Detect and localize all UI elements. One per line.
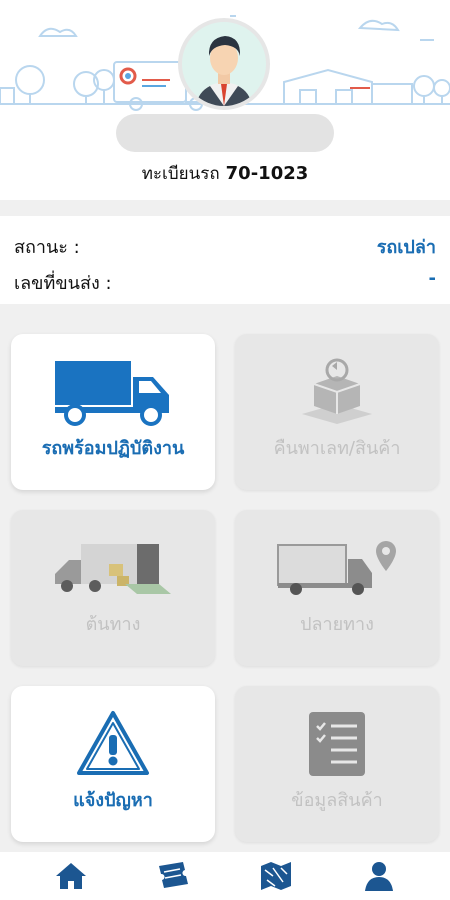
shipment-value: - xyxy=(428,268,436,289)
menu-destination[interactable]: ปลายทาง xyxy=(235,510,439,666)
warning-icon xyxy=(77,711,149,775)
map-icon xyxy=(261,862,292,890)
shipment-row: เลขที่ขนส่ง : - xyxy=(14,268,436,297)
menu-report-problem-label: แจ้งปัญหา xyxy=(73,790,153,811)
menu-return-pallet-label: คืนพาเลท/สินค้า xyxy=(273,438,401,459)
status-label: สถานะ : xyxy=(14,237,80,258)
menu-report-problem[interactable]: แจ้งปัญหา xyxy=(11,686,215,842)
avatar[interactable] xyxy=(178,18,270,110)
menu-origin[interactable]: ต้นทาง xyxy=(11,510,215,666)
vehicle-plate: ทะเบียนรถ 70-1023 xyxy=(0,160,450,187)
tab-map[interactable] xyxy=(246,856,306,896)
home-icon xyxy=(56,863,87,889)
menu-destination-label: ปลายทาง xyxy=(300,614,374,635)
avatar-person-icon xyxy=(196,36,252,106)
tab-profile[interactable] xyxy=(349,856,409,896)
menu-product-info[interactable]: ข้อมูลสินค้า xyxy=(235,686,439,842)
tab-tickets[interactable] xyxy=(144,856,204,896)
menu-ready-to-work-label: รถพร้อมปฏิบัติงาน xyxy=(41,438,185,459)
menu-ready-to-work[interactable]: รถพร้อมปฏิบัติงาน xyxy=(11,334,215,490)
menu-return-pallet[interactable]: คืนพาเลท/สินค้า xyxy=(235,334,439,490)
menu-origin-label: ต้นทาง xyxy=(85,614,141,635)
loading-truck-icon xyxy=(55,544,171,594)
shipment-label: เลขที่ขนส่ง : xyxy=(14,273,112,294)
status-row: สถานะ : รถเปล่า xyxy=(14,232,436,261)
menu-product-info-label: ข้อมูลสินค้า xyxy=(291,790,383,811)
checklist-icon xyxy=(309,712,365,776)
pallet-return-icon xyxy=(302,358,372,424)
ticket-icon xyxy=(158,862,188,888)
destination-truck-icon xyxy=(277,541,396,595)
driver-name-placeholder xyxy=(116,114,334,152)
plate-label: ทะเบียนรถ xyxy=(141,164,220,184)
bottom-tab-bar xyxy=(0,852,450,900)
status-value: รถเปล่า xyxy=(376,237,436,258)
status-card: สถานะ : รถเปล่า เลขที่ขนส่ง : - xyxy=(0,216,450,304)
user-icon xyxy=(364,862,393,891)
tab-home[interactable] xyxy=(41,856,101,896)
truck-icon xyxy=(55,361,169,426)
plate-number: 70-1023 xyxy=(225,163,309,184)
profile-header: ทะเบียนรถ 70-1023 xyxy=(0,0,450,200)
